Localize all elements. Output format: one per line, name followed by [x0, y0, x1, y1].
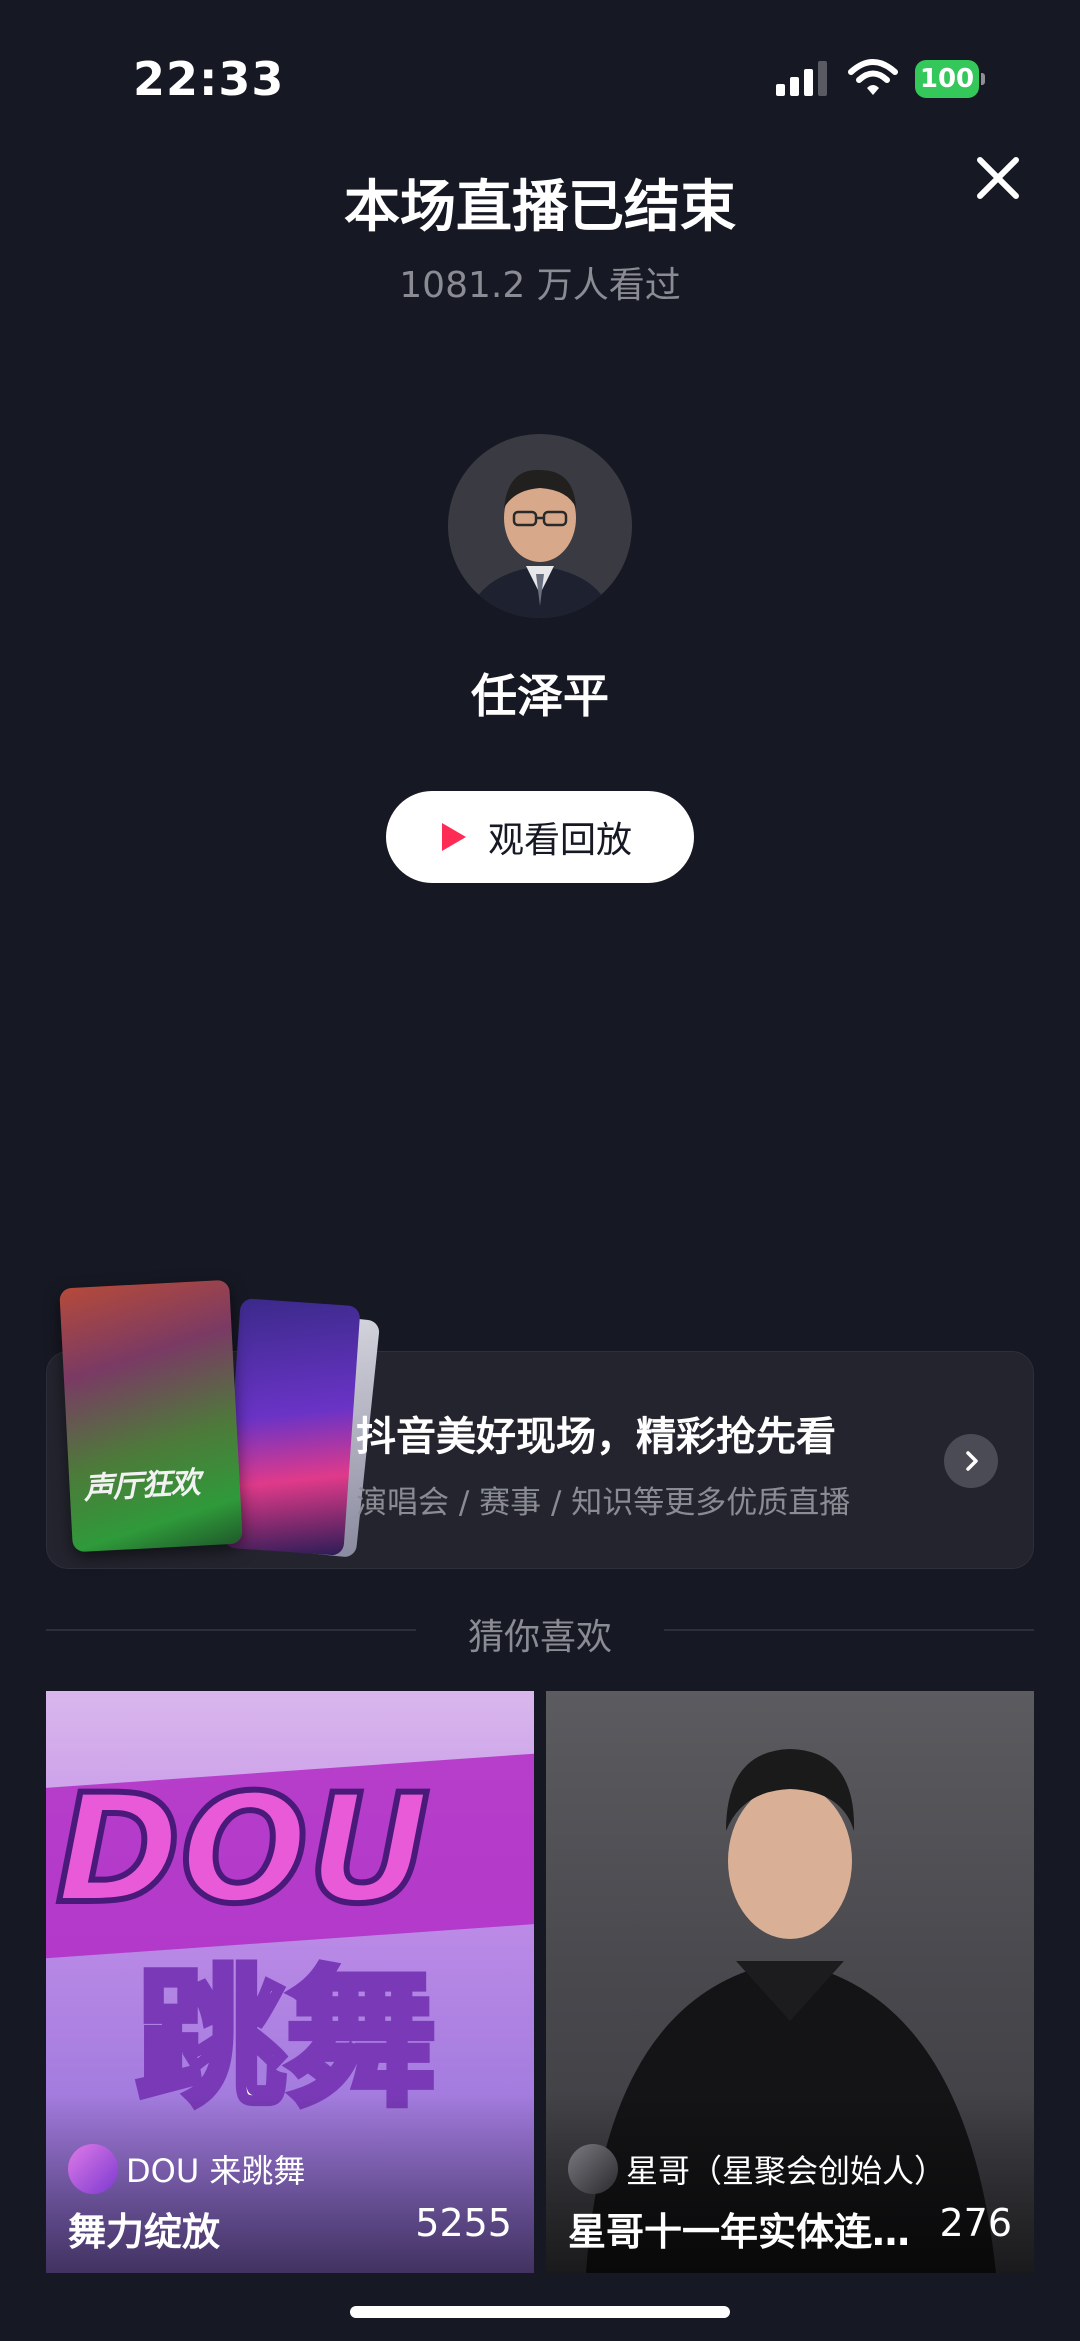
author-name: 星哥（星聚会创始人） [626, 2152, 947, 2190]
status-time: 22:33 [133, 52, 285, 106]
recommend-title: 星哥十一年实体连… [568, 2210, 911, 2254]
promo-card-stack[interactable]: 声厅狂欢 [59, 1279, 381, 1564]
promo-subtitle: 演唱会 / 赛事 / 知识等更多优质直播 [356, 1485, 851, 1521]
recommend-card[interactable]: DOU 跳舞 DOU 来跳舞 舞力绽放 5255 [46, 1691, 534, 2273]
host-name[interactable]: 任泽平 [0, 660, 1080, 726]
author-name: DOU 来跳舞 [126, 2152, 306, 2190]
recommend-author: DOU 来跳舞 [68, 2144, 305, 2194]
recommend-count: 5255 [415, 2201, 512, 2245]
battery-icon: 100 [915, 60, 985, 98]
recommend-title: 舞力绽放 [68, 2210, 221, 2254]
watch-replay-label: 观看回放 [487, 820, 632, 861]
recommend-author: 星哥（星聚会创始人） [568, 2144, 946, 2194]
promo-title[interactable]: 抖音美好现场，精彩抢先看 [356, 1404, 836, 1462]
author-avatar [68, 2144, 118, 2194]
wifi-icon [848, 59, 898, 95]
promo-card-image: 声厅狂欢 [59, 1279, 243, 1553]
cellular-signal-icon [776, 61, 827, 96]
status-bar: 22:33 100 [0, 0, 1080, 150]
watch-replay-button[interactable]: 观看回放 [386, 791, 694, 883]
recommend-card[interactable]: 星哥（星聚会创始人） 星哥十一年实体连… 276 [546, 1691, 1034, 2273]
recommend-section-label: 猜你喜欢 [467, 1617, 612, 1658]
host-avatar[interactable] [448, 434, 632, 618]
battery-level: 100 [915, 60, 979, 98]
promo-card-text: 声厅狂欢 [82, 1465, 201, 1507]
svg-text:DOU: DOU [56, 1763, 430, 1937]
play-icon [441, 823, 466, 851]
chevron-right-icon[interactable] [944, 1434, 998, 1488]
author-avatar [568, 2144, 618, 2194]
promo-card-image [223, 1298, 361, 1556]
live-ended-title: 本场直播已结束 [344, 175, 736, 240]
recommend-count: 276 [939, 2201, 1012, 2245]
viewer-count: 1081.2 万人看过 [399, 265, 681, 306]
home-indicator[interactable] [350, 2306, 730, 2318]
